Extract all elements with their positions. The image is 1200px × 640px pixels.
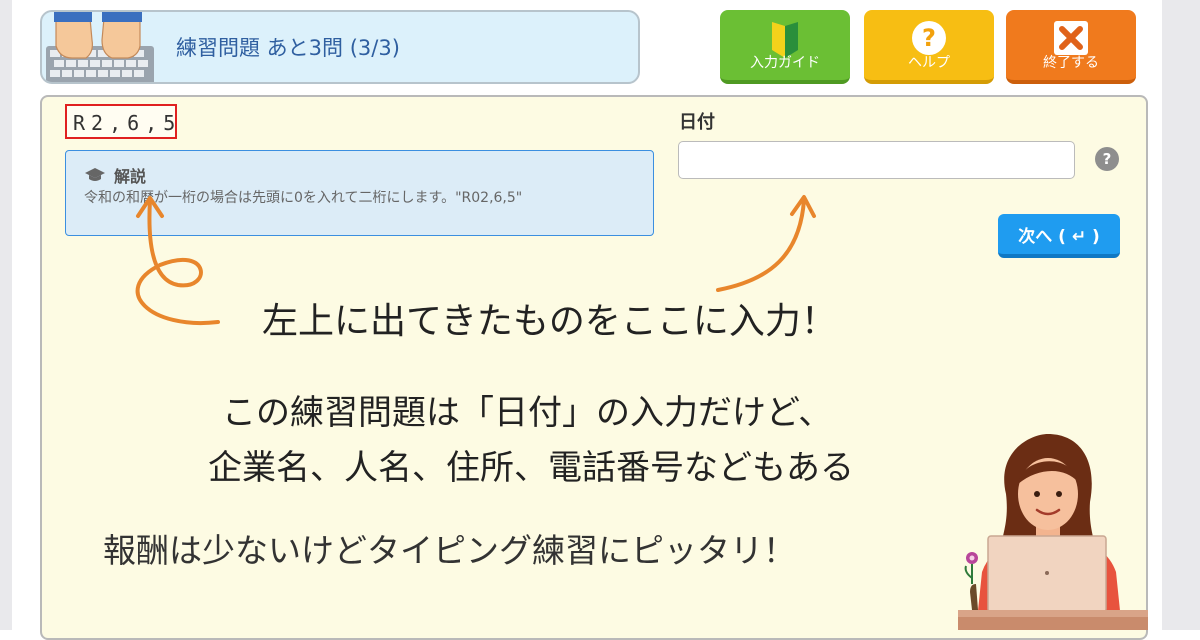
quit-label: 終了する	[1043, 55, 1099, 71]
left-gutter	[0, 0, 12, 630]
close-icon	[1054, 21, 1088, 55]
right-gutter	[1162, 0, 1200, 630]
annotation-line-1: 左上に出てきたものをここに入力！	[262, 301, 837, 342]
svg-text:?: ?	[922, 24, 936, 52]
explanation-box: 解説 令和の和暦が一桁の場合は先頭に0を入れて二桁にします。"R02,6,5"	[65, 150, 654, 236]
typing-hands-icon	[46, 12, 154, 82]
annotation-line-3: 企業名、人名、住所、電話番号などもある	[208, 448, 854, 488]
graduation-cap-icon	[85, 168, 105, 181]
next-button[interactable]: 次へ ( ↵ )	[998, 214, 1120, 258]
annotation-line-2: この練習問題は「日付」の入力だけど、	[222, 393, 833, 433]
field-help-icon[interactable]: ?	[1095, 147, 1119, 171]
explanation-heading: 解説	[84, 163, 146, 187]
explanation-text: 令和の和暦が一桁の場合は先頭に0を入れて二桁にします。"R02,6,5"	[84, 190, 523, 206]
page-title: 練習問題 あと3問 (3/3)	[176, 36, 400, 60]
date-input[interactable]	[678, 141, 1075, 179]
help-button[interactable]: ? ヘルプ	[864, 10, 994, 84]
question-icon: ?	[912, 21, 946, 55]
help-label: ヘルプ	[908, 55, 950, 71]
progress-header: 練習問題 あと3問 (3/3)	[40, 10, 640, 84]
explanation-title: 解説	[114, 167, 147, 186]
svg-text:R2,6,5: R2,6,5	[73, 111, 175, 135]
input-guide-label: 入力ガイド	[750, 55, 820, 71]
input-guide-button[interactable]: 入力ガイド	[720, 10, 850, 84]
sample-image: R2,6,5	[65, 104, 177, 139]
quit-button[interactable]: 終了する	[1006, 10, 1136, 84]
handwritten-sample: R2,6,5	[73, 111, 175, 135]
date-field-label: 日付	[679, 112, 715, 133]
annotation-line-4: 報酬は少ないけどタイピング練習にピッタリ！	[103, 531, 796, 570]
woman-with-laptop-illustration	[958, 434, 1148, 630]
